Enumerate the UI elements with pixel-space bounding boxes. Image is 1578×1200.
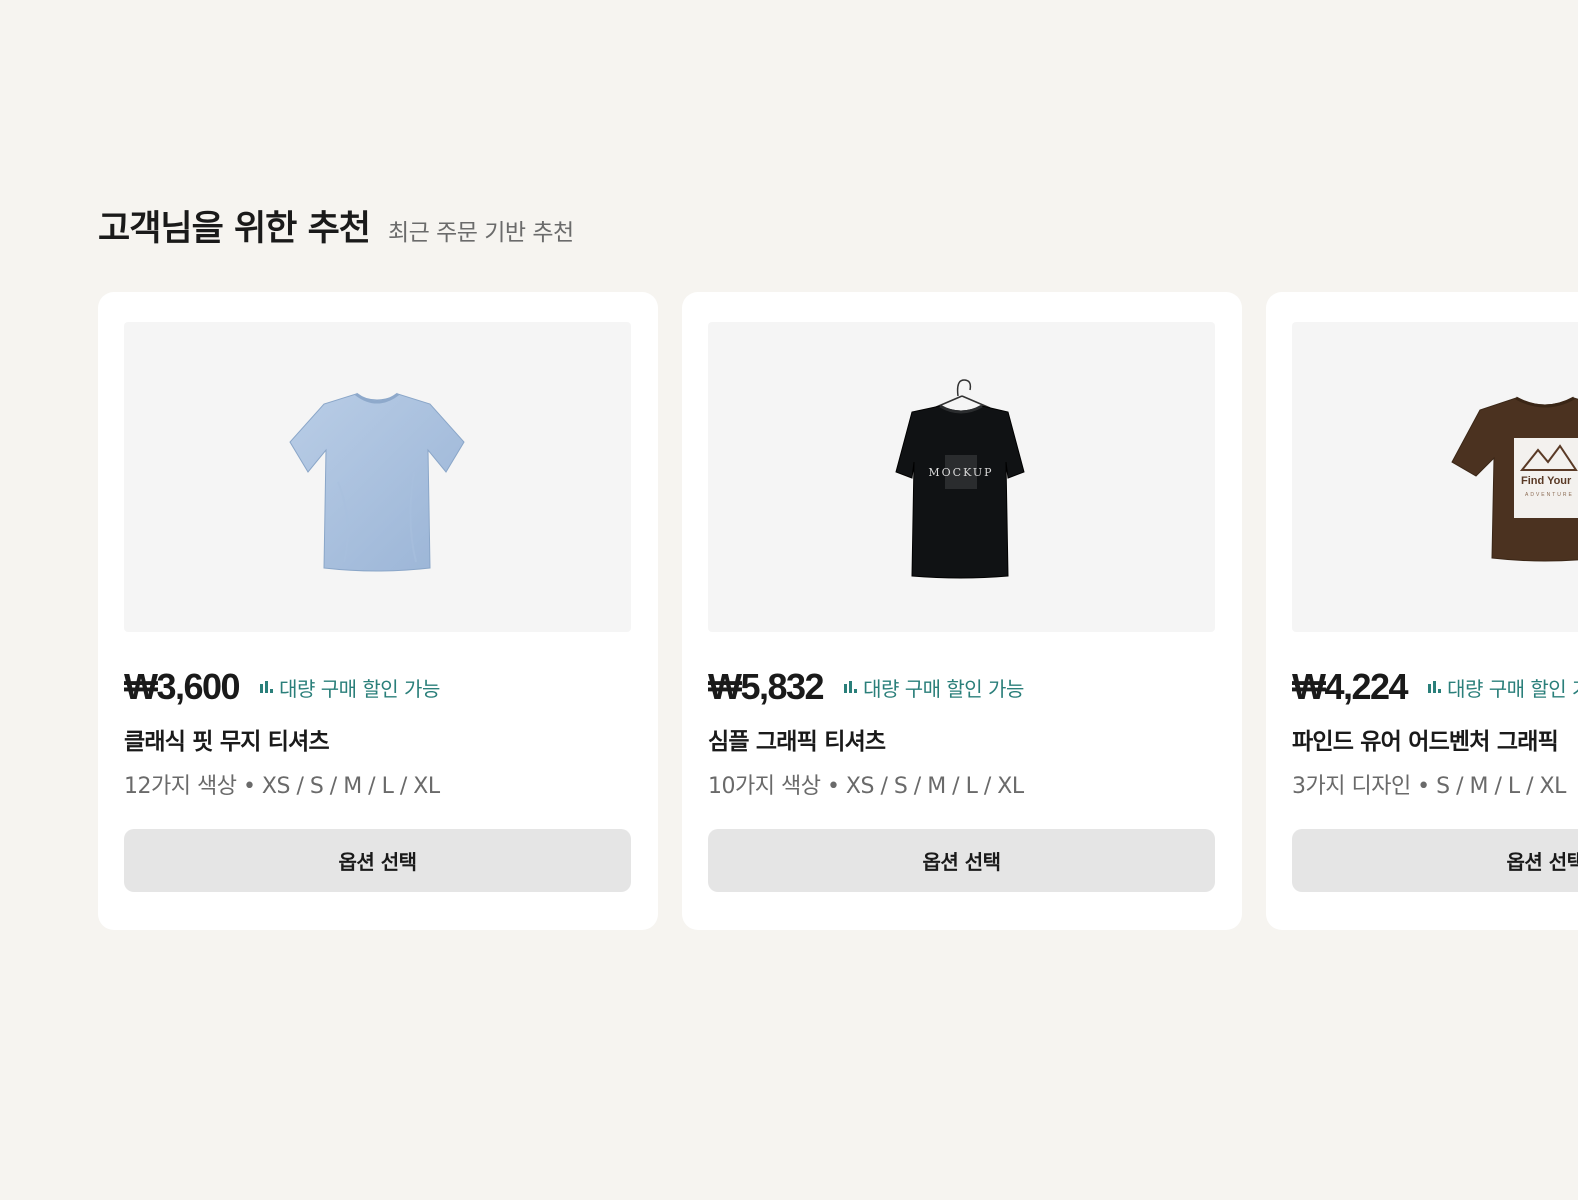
bulk-discount-badge: 대량 구매 할인 가능 — [843, 673, 1024, 702]
shirt-print-title: Find Your — [1521, 475, 1572, 487]
product-card[interactable]: Find Your ADVENTURE ₩4,224 대량 구매 할인 가능 파… — [1266, 292, 1578, 930]
mockup-print-text: MOCKUP — [928, 466, 993, 479]
bulk-discount-badge: 대량 구매 할인 가능 — [259, 673, 440, 702]
price-row: ₩5,832 대량 구매 할인 가능 — [708, 666, 1024, 708]
product-name[interactable]: 클래식 핏 무지 티셔츠 — [124, 722, 330, 756]
product-price: ₩3,600 — [124, 666, 241, 707]
price-row: ₩4,224 대량 구매 할인 가능 — [1292, 666, 1578, 708]
select-options-button[interactable]: 옵션 선택 — [124, 829, 631, 892]
product-image[interactable]: Find Your ADVENTURE — [1292, 322, 1578, 632]
bulk-discount-badge: 대량 구매 할인 가능 — [1427, 673, 1578, 702]
bar-chart-icon — [844, 681, 858, 693]
section-subtitle: 최근 주문 기반 추천 — [387, 220, 574, 246]
black-tshirt-image: MOCKUP — [895, 379, 1025, 579]
bulk-discount-label: 대량 구매 할인 가능 — [1447, 676, 1578, 701]
section-header: 고객님을 위한 추천 최근 주문 기반 추천 — [98, 200, 1578, 252]
recommendation-section: 고객님을 위한 추천 최근 주문 기반 추천 ₩3,600 대량 구매 할인 가… — [98, 200, 1578, 930]
select-options-button[interactable]: 옵션 선택 — [708, 829, 1215, 892]
product-carousel[interactable]: ₩3,600 대량 구매 할인 가능 클래식 핏 무지 티셔츠 12가지 색상 … — [98, 292, 1578, 932]
bar-chart-icon — [1428, 681, 1442, 693]
product-card[interactable]: ₩3,600 대량 구매 할인 가능 클래식 핏 무지 티셔츠 12가지 색상 … — [98, 292, 658, 930]
product-name[interactable]: 심플 그래픽 티셔츠 — [708, 722, 886, 756]
product-options-summary: 12가지 색상 • XS / S / M / L / XL — [124, 774, 440, 799]
product-image[interactable] — [124, 322, 631, 632]
shirt-print-subtitle: ADVENTURE — [1525, 492, 1574, 498]
price-row: ₩3,600 대량 구매 할인 가능 — [124, 666, 440, 708]
brown-adventure-tshirt-image: Find Your ADVENTURE — [1451, 396, 1578, 562]
product-image[interactable]: MOCKUP — [708, 322, 1215, 632]
product-price: ₩4,224 — [1292, 666, 1409, 707]
light-blue-tshirt-image — [289, 392, 465, 572]
select-options-button[interactable]: 옵션 선택 — [1292, 829, 1578, 892]
product-name[interactable]: 파인드 유어 어드벤처 그래픽 — [1292, 722, 1559, 756]
bulk-discount-label: 대량 구매 할인 가능 — [863, 676, 1024, 701]
section-title: 고객님을 위한 추천 — [98, 209, 371, 249]
product-price: ₩5,832 — [708, 666, 825, 707]
product-options-summary: 10가지 색상 • XS / S / M / L / XL — [708, 774, 1024, 799]
product-card[interactable]: MOCKUP ₩5,832 대량 구매 할인 가능 심플 그래픽 티셔츠 10가… — [682, 292, 1242, 930]
product-options-summary: 3가지 디자인 • S / M / L / XL — [1292, 774, 1566, 799]
bulk-discount-label: 대량 구매 할인 가능 — [279, 676, 440, 701]
bar-chart-icon — [260, 681, 274, 693]
